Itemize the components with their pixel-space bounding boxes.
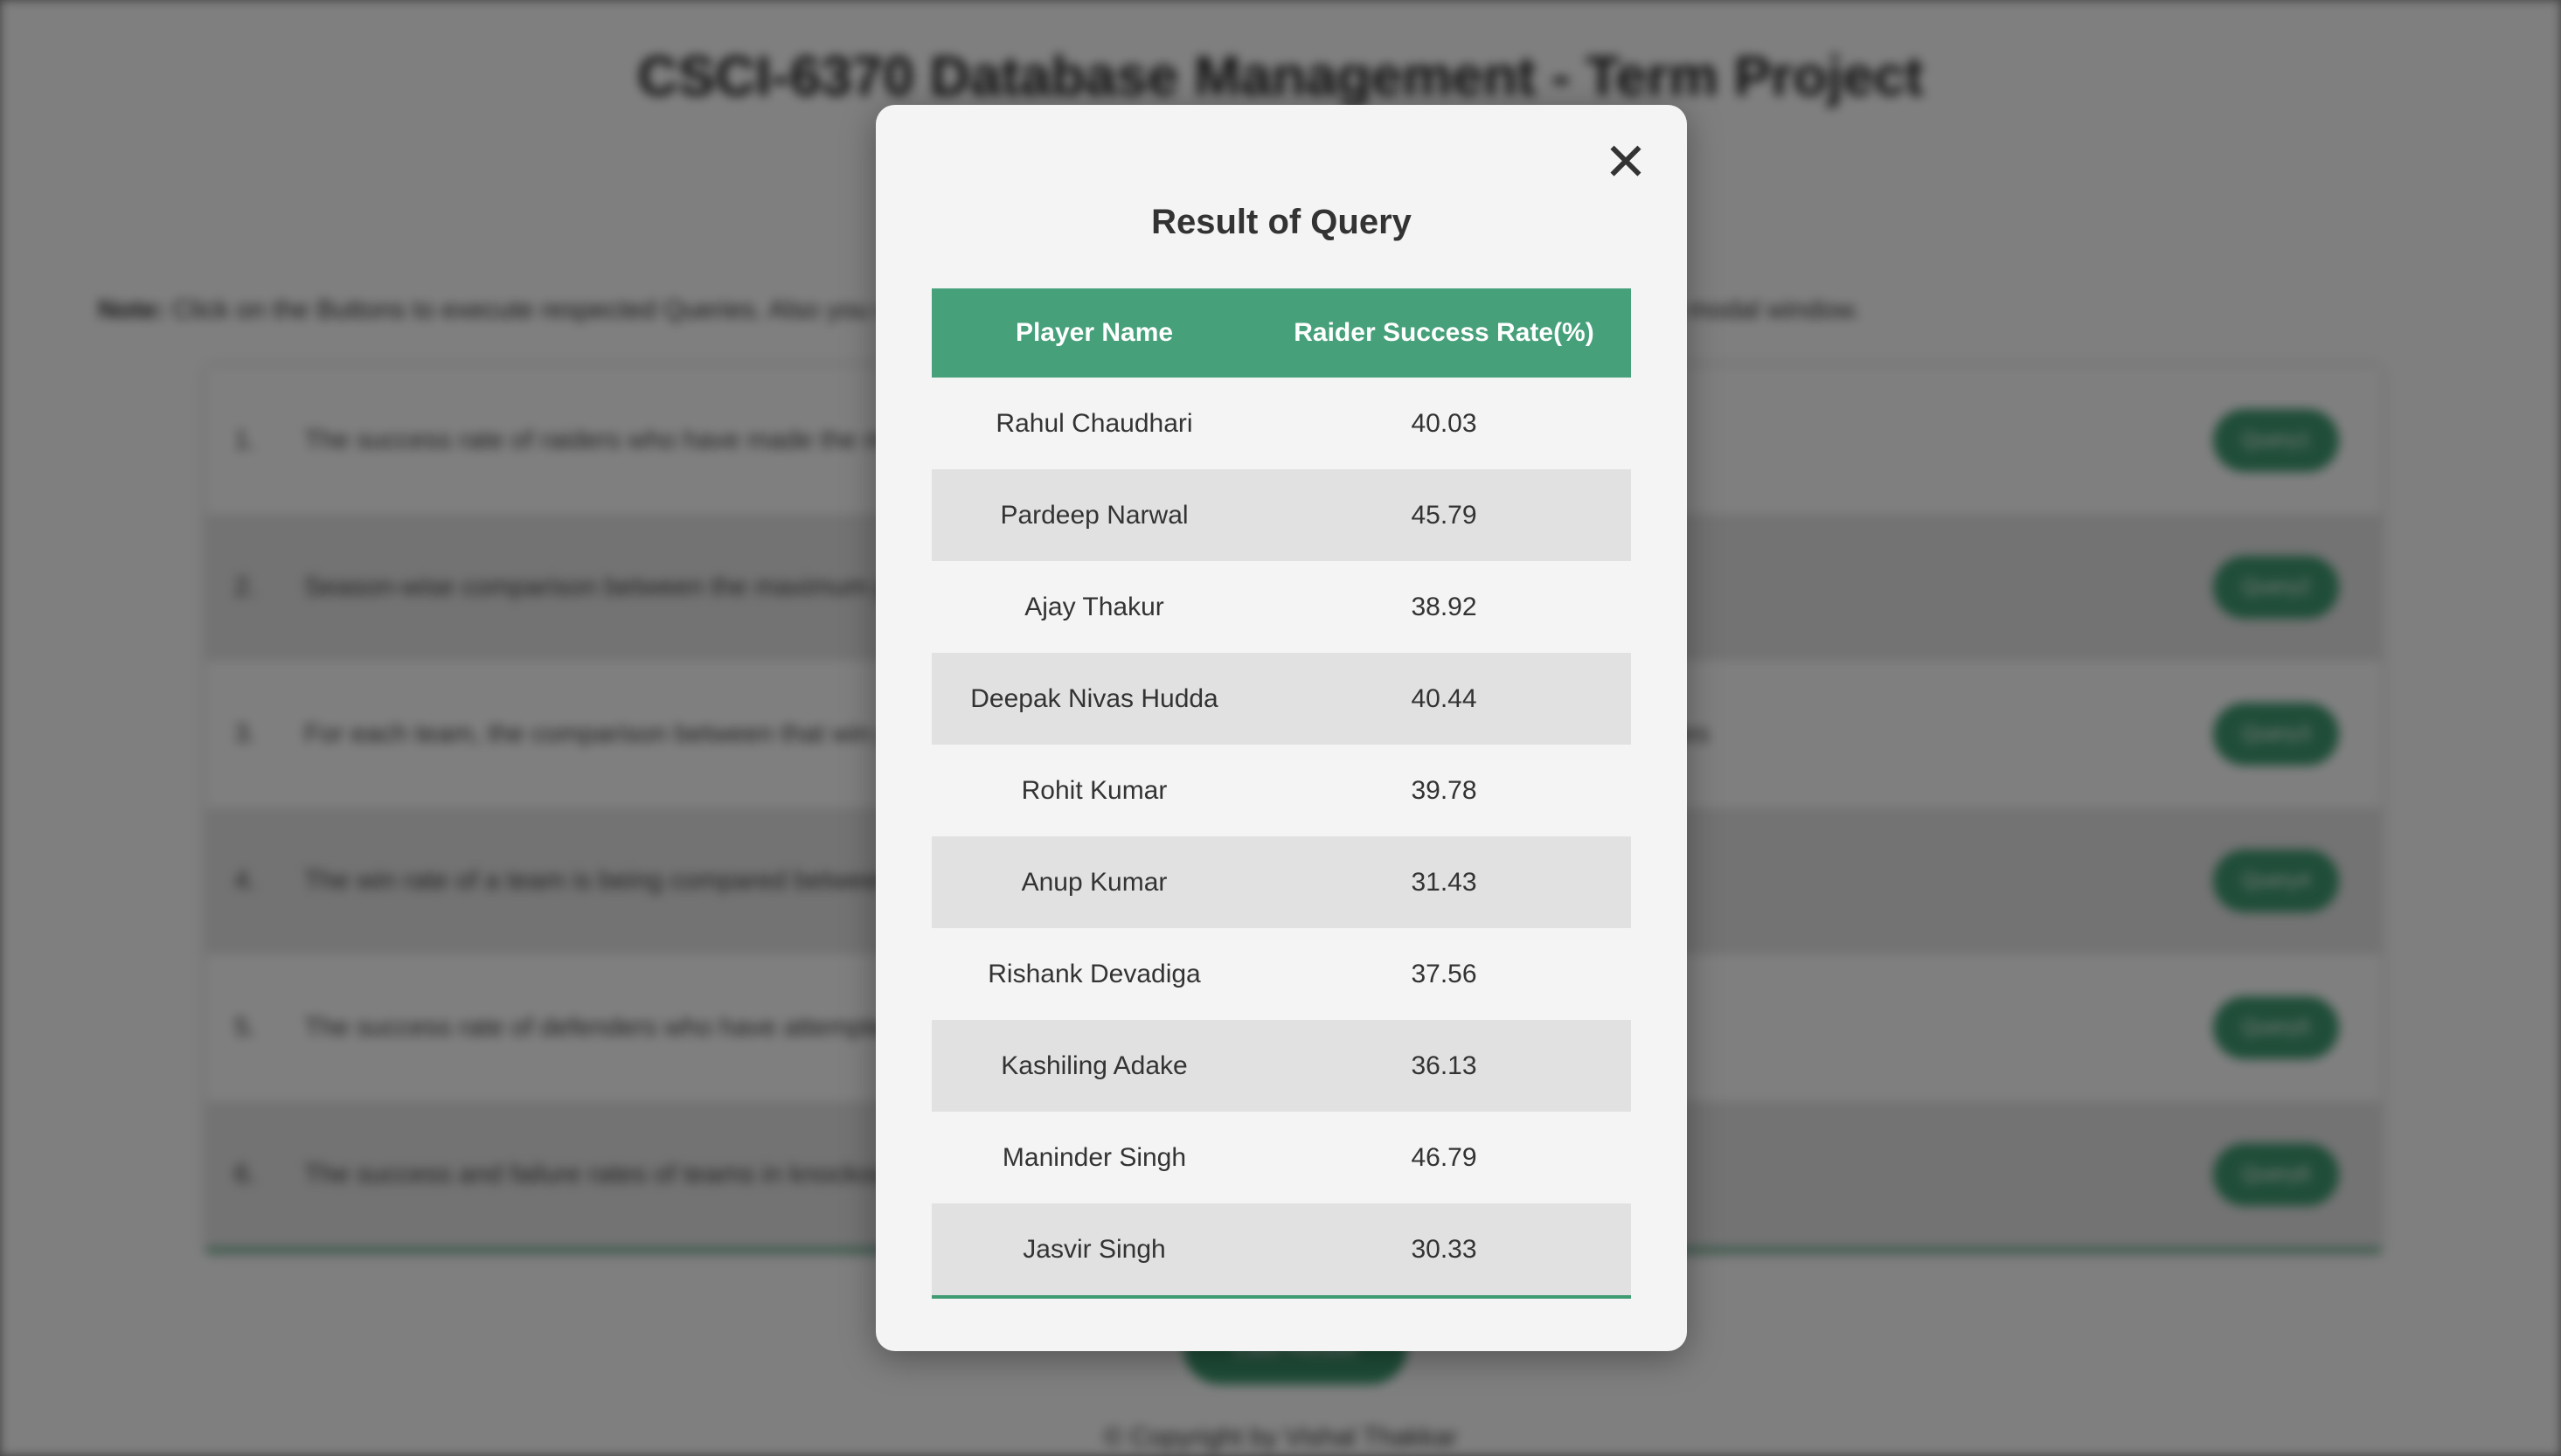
modal-title: Result of Query <box>1151 203 1412 241</box>
player-name-cell: Maninder Singh <box>1002 1142 1187 1172</box>
player-name-cell: Rohit Kumar <box>1021 775 1168 805</box>
player-name-cell: Deepak Nivas Hudda <box>932 653 1257 745</box>
success-rate-cell: 31.43 <box>1257 836 1631 928</box>
success-rate-cell: 30.33 <box>1257 1203 1631 1297</box>
success-rate-cell: 46.79 <box>1411 1142 1477 1172</box>
column-header-success-rate: Raider Success Rate(%) <box>1257 288 1631 378</box>
close-icon[interactable]: ✕ <box>1600 136 1652 189</box>
player-name-cell: Jasvir Singh <box>932 1203 1257 1297</box>
result-table: Player Name Raider Success Rate(%) Rahul… <box>932 288 1631 1299</box>
player-name-cell: Pardeep Narwal <box>932 469 1257 561</box>
table-row: Anup Kumar 31.43 <box>932 836 1631 928</box>
player-name-cell: Anup Kumar <box>932 836 1257 928</box>
column-header-player-name: Player Name <box>932 288 1257 378</box>
player-name-cell: Rahul Chaudhari <box>996 408 1193 438</box>
table-row: Maninder Singh 46.79 <box>932 1112 1631 1203</box>
table-row: Jasvir Singh 30.33 <box>932 1203 1631 1297</box>
table-row: Kashiling Adake 36.13 <box>932 1020 1631 1112</box>
success-rate-cell: 38.92 <box>1411 592 1477 621</box>
table-row: Rohit Kumar 39.78 <box>932 745 1631 836</box>
table-row: Pardeep Narwal 45.79 <box>932 469 1631 561</box>
result-modal: ✕ Result of Query Player Name Raider Suc… <box>876 105 1687 1351</box>
success-rate-cell: 36.13 <box>1257 1020 1631 1112</box>
table-row: Rishank Devadiga 37.56 <box>932 928 1631 1020</box>
table-row: Rahul Chaudhari 40.03 <box>932 378 1631 469</box>
table-row: Deepak Nivas Hudda 40.44 <box>932 653 1631 745</box>
player-name-cell: Rishank Devadiga <box>988 959 1201 988</box>
player-name-cell: Kashiling Adake <box>932 1020 1257 1112</box>
table-row: Ajay Thakur 38.92 <box>932 561 1631 653</box>
success-rate-cell: 45.79 <box>1257 469 1631 561</box>
success-rate-cell: 39.78 <box>1411 775 1477 805</box>
success-rate-cell: 40.03 <box>1411 408 1477 438</box>
table-header-row: Player Name Raider Success Rate(%) <box>932 288 1631 378</box>
success-rate-cell: 37.56 <box>1411 959 1477 988</box>
player-name-cell: Ajay Thakur <box>1024 592 1164 621</box>
success-rate-cell: 40.44 <box>1257 653 1631 745</box>
